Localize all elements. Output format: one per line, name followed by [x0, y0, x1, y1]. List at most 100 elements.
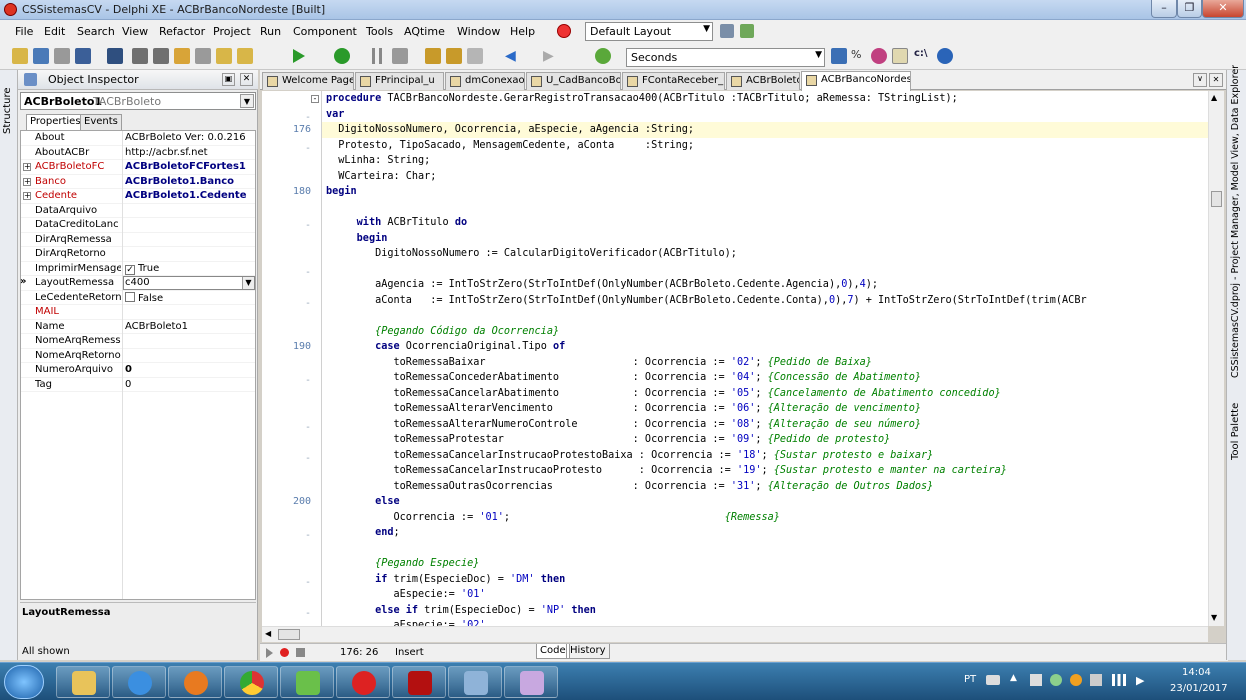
- pause-icon[interactable]: [372, 48, 382, 64]
- property-value[interactable]: False: [138, 293, 163, 304]
- toggle-form-icon[interactable]: [153, 48, 169, 64]
- help-icon[interactable]: [557, 24, 571, 38]
- code-line[interactable]: toRemessaAlterarVencimento : Ocorrencia …: [326, 401, 921, 417]
- vertical-scrollbar[interactable]: ▲ ▼: [1208, 91, 1224, 626]
- code-line[interactable]: DigitoNossoNumero := CalcularDigitoVerif…: [326, 246, 737, 262]
- view-units-icon[interactable]: [132, 48, 148, 64]
- grid-divider[interactable]: [122, 131, 123, 599]
- code-line[interactable]: toRemessaProtestar : Ocorrencia := '09';…: [326, 432, 890, 448]
- property-row-dataarquivo[interactable]: DataArquivo: [21, 204, 255, 218]
- property-row-nomearqremessa[interactable]: NomeArqRemessa: [21, 334, 255, 349]
- network-icon[interactable]: [1050, 674, 1062, 686]
- property-value[interactable]: http://acbr.sf.net: [125, 147, 208, 158]
- property-value[interactable]: True: [138, 263, 159, 274]
- code-editor[interactable]: procedure TACBrBancoNordeste.GerarRegist…: [322, 91, 1208, 626]
- scroll-left-icon[interactable]: ◀: [265, 629, 271, 638]
- code-line[interactable]: end;: [326, 525, 400, 541]
- app6-taskbar-button[interactable]: [336, 666, 390, 698]
- tab-properties[interactable]: Properties: [26, 114, 85, 130]
- code-line[interactable]: procedure TACBrBancoNordeste.GerarRegist…: [326, 91, 958, 107]
- open-icon[interactable]: [33, 48, 49, 64]
- keyboard-icon[interactable]: [986, 675, 1000, 685]
- signal-icon[interactable]: [1112, 674, 1126, 686]
- pdf-taskbar-button[interactable]: [392, 666, 446, 698]
- checkbox[interactable]: [125, 291, 135, 302]
- explorer-taskbar-button[interactable]: [56, 666, 110, 698]
- property-row-name[interactable]: Name ACBrBoleto1: [21, 320, 255, 334]
- flag-icon[interactable]: [1030, 674, 1042, 686]
- chevron-down-icon[interactable]: ▼: [242, 277, 254, 289]
- structure-strip[interactable]: Structure: [0, 70, 18, 660]
- maximize-button[interactable]: ❐: [1177, 0, 1202, 18]
- volume-icon[interactable]: ▶: [1136, 674, 1144, 687]
- property-row-layoutremessa[interactable]: » LayoutRemessa c400 ▼: [20, 276, 255, 291]
- code-line[interactable]: toRemessaOutrasOcorrencias : Ocorrencia …: [326, 479, 933, 495]
- open-project-icon[interactable]: [75, 48, 91, 64]
- menu-file[interactable]: File: [15, 25, 33, 38]
- profile-icon[interactable]: [831, 48, 847, 64]
- minimize-button[interactable]: –: [1151, 0, 1177, 18]
- property-row-tag[interactable]: Tag 0: [21, 378, 255, 392]
- code-line[interactable]: {Pegando Código da Ocorrencia}: [326, 324, 559, 340]
- remove-file-icon[interactable]: [195, 48, 211, 64]
- code-line[interactable]: wLinha: String;: [326, 153, 430, 169]
- run-without-debug-icon[interactable]: [334, 48, 350, 64]
- set-debug-desktop-icon[interactable]: [740, 24, 754, 38]
- code-line[interactable]: if trim(EspecieDoc) = 'DM' then: [326, 572, 565, 588]
- menu-component[interactable]: Component: [293, 25, 357, 38]
- chrome-taskbar-button[interactable]: [224, 666, 278, 698]
- scroll-down-icon[interactable]: ▼: [1211, 613, 1217, 622]
- code-line[interactable]: DigitoNossoNumero, Ocorrencia, aEspecie,…: [326, 122, 694, 138]
- run-icon[interactable]: [293, 49, 305, 63]
- menu-edit[interactable]: Edit: [44, 25, 65, 38]
- scroll-thumb[interactable]: [1211, 191, 1222, 207]
- layout-remessa-dropdown[interactable]: ▼: [123, 276, 255, 290]
- code-line[interactable]: else: [326, 494, 400, 510]
- color-picker-icon[interactable]: [871, 48, 887, 64]
- record-macro-icon[interactable]: [280, 648, 289, 657]
- tab-code[interactable]: Code: [536, 644, 570, 659]
- component-selector[interactable]: ACBrBoleto1 TACBrBoleto ▼: [20, 92, 256, 110]
- add-file-icon[interactable]: [174, 48, 190, 64]
- tool-palette-tab[interactable]: Tool Palette: [1230, 403, 1241, 460]
- tab-acbrbanconordeste[interactable]: ACBrBancoNordeste: [801, 71, 911, 91]
- close-icon[interactable]: ✕: [240, 73, 253, 86]
- menu-search[interactable]: Search: [77, 25, 115, 38]
- menu-run[interactable]: Run: [260, 25, 281, 38]
- start-button[interactable]: [4, 665, 44, 699]
- tab-history[interactable]: History: [566, 644, 610, 659]
- property-row-nomearqretorno[interactable]: NomeArqRetorno: [21, 349, 255, 363]
- menu-refactor[interactable]: Refactor: [159, 25, 205, 38]
- show-hidden-icons[interactable]: ▲: [1010, 673, 1017, 683]
- tab-fcontareceber-u[interactable]: FContaReceber_u: [622, 72, 725, 90]
- tab-u-cadbancoboleto[interactable]: U_CadBancoBoleto: [526, 72, 621, 90]
- property-value[interactable]: ACBrBoleto1: [125, 321, 188, 332]
- property-row-dirarqretorno[interactable]: DirArqRetorno: [21, 247, 255, 262]
- new-form-icon[interactable]: [237, 48, 253, 64]
- property-row-lecedenteretorno[interactable]: LeCedenteRetorno False: [21, 291, 255, 305]
- expand-icon[interactable]: +: [23, 163, 31, 171]
- menu-window[interactable]: Window: [457, 25, 500, 38]
- menu-tools[interactable]: Tools: [366, 25, 393, 38]
- brush-icon[interactable]: [892, 48, 908, 64]
- tab-events[interactable]: Events: [80, 114, 122, 130]
- code-line[interactable]: Ocorrencia := '01'; {Remessa}: [326, 510, 779, 526]
- horizontal-scrollbar[interactable]: ◀: [262, 626, 1208, 642]
- close-tab-icon[interactable]: ✕: [1209, 73, 1223, 87]
- code-line[interactable]: else if trim(EspecieDoc) = 'NP' then: [326, 603, 596, 619]
- forward-icon[interactable]: ▶: [543, 48, 559, 64]
- new-icon[interactable]: [12, 48, 28, 64]
- ie-taskbar-button[interactable]: [112, 666, 166, 698]
- tab-welcome-page[interactable]: Welcome Page: [262, 72, 354, 90]
- code-line[interactable]: WCarteira: Char;: [326, 169, 436, 185]
- delphi-taskbar-button[interactable]: [504, 666, 558, 698]
- tab-acbrboleto[interactable]: ACBrBoleto: [726, 72, 800, 90]
- code-line[interactable]: toRemessaAlterarNumeroControle : Ocorren…: [326, 417, 921, 433]
- code-line[interactable]: {Pegando Especie}: [326, 556, 479, 572]
- code-line[interactable]: toRemessaCancelarInstrucaoProtestoBaixa …: [326, 448, 933, 464]
- orange-tray-icon[interactable]: [1070, 674, 1082, 686]
- stop-icon[interactable]: [392, 48, 408, 64]
- property-row-datacreditolanc[interactable]: DataCreditoLanc: [21, 218, 255, 233]
- property-value[interactable]: 0: [125, 379, 131, 390]
- stop-macro-icon[interactable]: [296, 648, 305, 657]
